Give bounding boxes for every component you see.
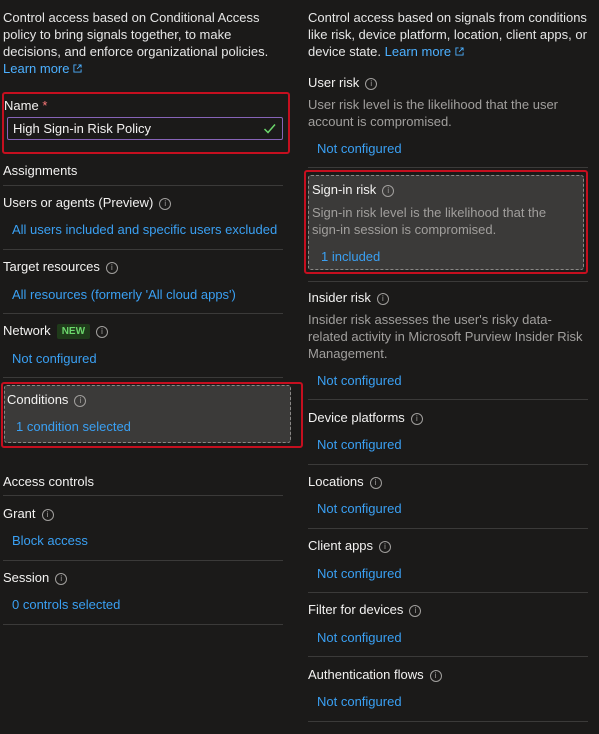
filter-devices-label: Filter for devices i [308, 602, 422, 617]
right-intro-line: Control access based on signals from con… [308, 10, 587, 25]
divider [308, 464, 588, 465]
session-label: Session i [3, 570, 68, 585]
divider [3, 313, 283, 314]
info-icon[interactable]: i [376, 292, 389, 305]
external-link-icon [73, 64, 83, 73]
divider [308, 721, 588, 722]
info-icon[interactable]: i [41, 508, 54, 521]
name-label: Name * [4, 98, 48, 113]
users-label: Users or agents (Preview) i [3, 195, 172, 210]
session-value-link[interactable]: 0 controls selected [12, 597, 120, 612]
auth-flows-label: Authentication flows i [308, 667, 442, 682]
left-intro: Control access based on Conditional Acce… [3, 9, 288, 77]
new-badge: NEW [56, 324, 91, 340]
grant-label: Grant i [3, 506, 54, 521]
filter-devices-value-link[interactable]: Not configured [317, 630, 402, 645]
divider [3, 249, 283, 250]
divider [3, 560, 283, 561]
divider [3, 624, 283, 625]
right-intro-line: device state. [308, 44, 381, 59]
info-icon[interactable]: i [55, 572, 68, 585]
info-icon[interactable]: i [410, 412, 423, 425]
user-risk-value-link[interactable]: Not configured [317, 141, 402, 156]
locations-label: Locations i [308, 474, 382, 489]
target-resources-value-link[interactable]: All resources (formerly 'All cloud apps'… [12, 287, 236, 302]
divider [308, 281, 588, 282]
insider-risk-description: Insider risk assesses the user's risky d… [308, 312, 583, 361]
info-icon[interactable]: i [159, 197, 172, 210]
right-intro-line: like risk, device platform, location, cl… [308, 27, 587, 42]
divider [308, 656, 588, 657]
policy-name-input[interactable] [8, 118, 282, 139]
user-risk-description: User risk level is the likelihood that t… [308, 97, 559, 129]
signin-risk-description: Sign-in risk level is the likelihood tha… [312, 205, 547, 237]
divider [3, 377, 283, 378]
insider-risk-label: Insider risk i [308, 290, 389, 305]
external-link-icon [455, 47, 464, 56]
signin-risk-label: Sign-in risk i [312, 182, 395, 197]
info-icon[interactable]: i [365, 77, 378, 90]
network-label: Network NEW i [3, 323, 109, 340]
policy-name-field[interactable] [7, 117, 283, 140]
info-icon[interactable]: i [409, 604, 422, 617]
auth-flows-value-link[interactable]: Not configured [317, 694, 402, 709]
target-resources-label: Target resources i [3, 259, 118, 274]
info-icon[interactable]: i [96, 325, 109, 338]
client-apps-value-link[interactable]: Not configured [317, 566, 402, 581]
learn-more-link[interactable]: Learn more [385, 44, 451, 59]
info-icon[interactable]: i [379, 540, 392, 553]
divider [308, 592, 588, 593]
divider [308, 399, 588, 400]
device-platforms-value-link[interactable]: Not configured [317, 437, 402, 452]
info-icon[interactable]: i [382, 184, 395, 197]
checkmark-icon [263, 124, 276, 134]
signin-risk-value-link[interactable]: 1 included [321, 249, 380, 264]
insider-risk-value-link[interactable]: Not configured [317, 373, 402, 388]
left-intro-line: policy to bring signals together, to mak… [3, 27, 232, 42]
learn-more-link[interactable]: Learn more [3, 61, 69, 76]
info-icon[interactable]: i [369, 476, 382, 489]
info-icon[interactable]: i [429, 669, 442, 682]
user-risk-label: User risk i [308, 75, 378, 90]
divider [3, 495, 283, 496]
right-intro: Control access based on signals from con… [308, 9, 598, 60]
divider [3, 185, 283, 186]
device-platforms-label: Device platforms i [308, 410, 423, 425]
left-intro-line: Control access based on Conditional Acce… [3, 10, 260, 25]
locations-value-link[interactable]: Not configured [317, 501, 402, 516]
client-apps-label: Client apps i [308, 538, 392, 553]
access-controls-header: Access controls [3, 474, 95, 489]
info-icon[interactable]: i [74, 394, 87, 407]
grant-value-link[interactable]: Block access [12, 533, 88, 548]
divider [308, 167, 588, 168]
divider [308, 528, 588, 529]
network-value-link[interactable]: Not configured [12, 351, 97, 366]
users-value-link[interactable]: All users included and specific users ex… [12, 222, 277, 237]
conditions-value-link[interactable]: 1 condition selected [16, 419, 131, 434]
left-intro-line: decisions, and enforce organizational po… [3, 44, 269, 59]
assignments-header: Assignments [3, 163, 78, 178]
info-icon[interactable]: i [105, 261, 118, 274]
conditions-label: Conditions i [7, 392, 87, 407]
